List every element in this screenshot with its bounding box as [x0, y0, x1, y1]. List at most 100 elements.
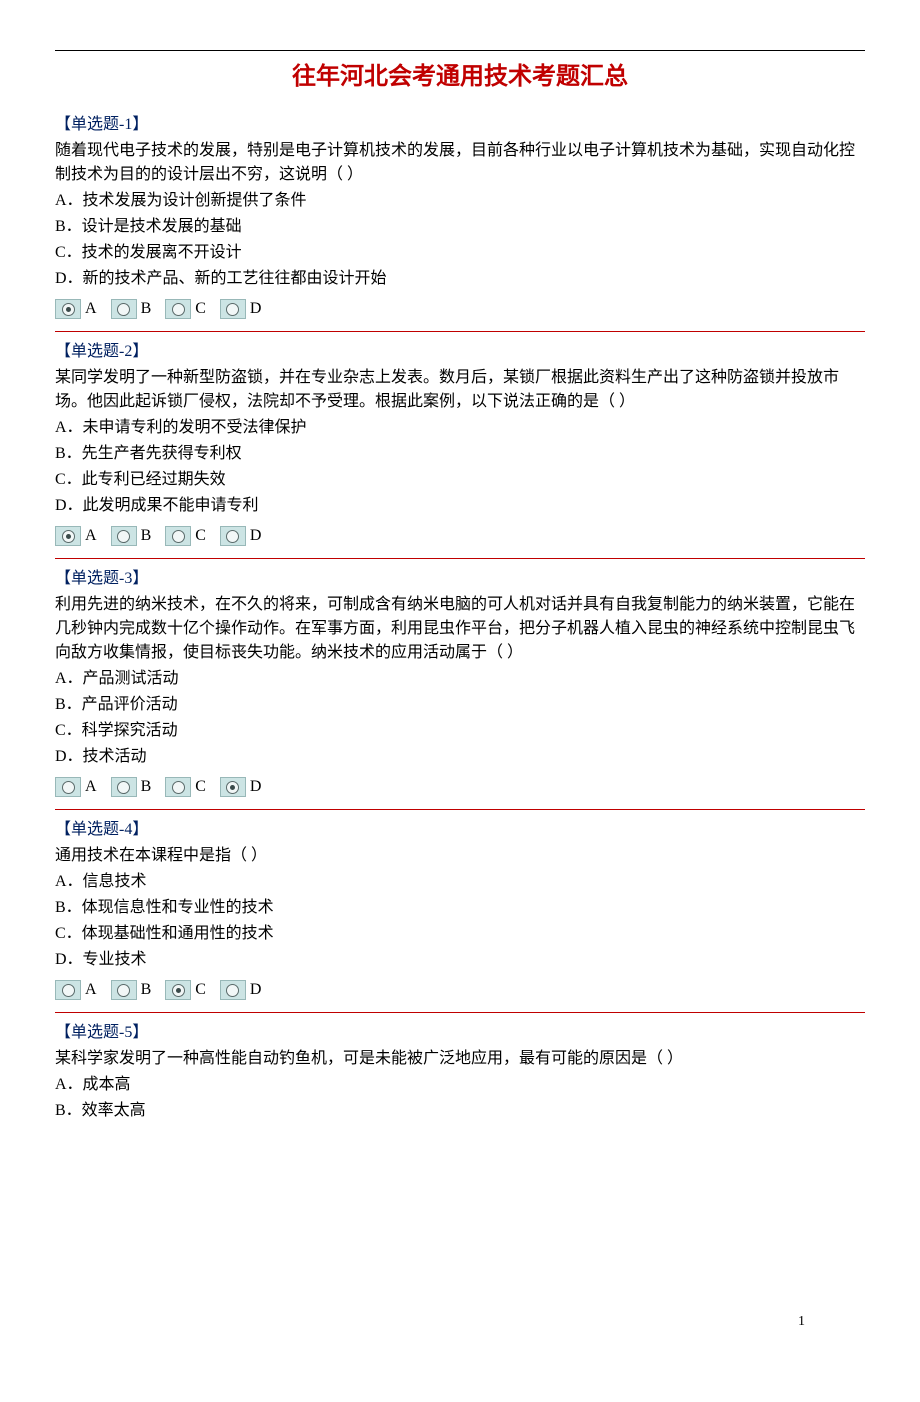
option-text: A．成本高	[55, 1073, 865, 1097]
radio-circle-icon	[172, 984, 185, 997]
radio-circle-icon	[226, 530, 239, 543]
radio-circle-icon	[117, 984, 130, 997]
option-text: D．专业技术	[55, 948, 865, 972]
question-header: 【单选题-1】	[55, 113, 865, 137]
radio-circle-icon	[62, 303, 75, 316]
option-text: C．技术的发展离不开设计	[55, 241, 865, 265]
radio-label: A	[85, 524, 97, 548]
question-header: 【单选题-5】	[55, 1021, 865, 1045]
question: 【单选题-2】某同学发明了一种新型防盗锁，并在专业杂志上发表。数月后，某锁厂根据…	[55, 340, 865, 548]
options-list: A．技术发展为设计创新提供了条件B．设计是技术发展的基础C．技术的发展离不开设计…	[55, 189, 865, 291]
radio-button-d[interactable]	[220, 299, 246, 319]
radio-label: B	[141, 297, 152, 321]
option-text: D．技术活动	[55, 745, 865, 769]
radio-circle-icon	[62, 781, 75, 794]
option-text: B．效率太高	[55, 1099, 865, 1123]
radio-button-b[interactable]	[111, 980, 137, 1000]
option-text: A．技术发展为设计创新提供了条件	[55, 189, 865, 213]
radio-button-b[interactable]	[111, 777, 137, 797]
options-list: A．未申请专利的发明不受法律保护B．先生产者先获得专利权C．此专利已经过期失效D…	[55, 416, 865, 518]
question-stem: 某同学发明了一种新型防盗锁，并在专业杂志上发表。数月后，某锁厂根据此资料生产出了…	[55, 366, 865, 414]
question-stem: 利用先进的纳米技术，在不久的将来，可制成含有纳米电脑的可人机对话并具有自我复制能…	[55, 593, 865, 665]
separator	[55, 331, 865, 332]
radio-button-a[interactable]	[55, 777, 81, 797]
radio-button-a[interactable]	[55, 980, 81, 1000]
radio-button-b[interactable]	[111, 526, 137, 546]
radio-label: C	[195, 775, 206, 799]
option-text: D．新的技术产品、新的工艺往往都由设计开始	[55, 267, 865, 291]
radio-row: A B C D	[55, 775, 865, 799]
radio-button-c[interactable]	[165, 777, 191, 797]
option-text: B．体现信息性和专业性的技术	[55, 896, 865, 920]
question-header: 【单选题-2】	[55, 340, 865, 364]
radio-button-a[interactable]	[55, 526, 81, 546]
radio-circle-icon	[172, 781, 185, 794]
question-body: 某科学家发明了一种高性能自动钓鱼机，可是未能被广泛地应用，最有可能的原因是（ ）	[55, 1047, 865, 1071]
question: 【单选题-4】通用技术在本课程中是指（ ）A．信息技术B．体现信息性和专业性的技…	[55, 818, 865, 1002]
radio-label: B	[141, 524, 152, 548]
radio-button-c[interactable]	[165, 980, 191, 1000]
page-title: 往年河北会考通用技术考题汇总	[55, 59, 865, 95]
radio-circle-icon	[62, 984, 75, 997]
option-text: A．产品测试活动	[55, 667, 865, 691]
option-text: C．科学探究活动	[55, 719, 865, 743]
radio-row: A B C D	[55, 524, 865, 548]
separator	[55, 558, 865, 559]
radio-button-d[interactable]	[220, 777, 246, 797]
question-stem: 某科学家发明了一种高性能自动钓鱼机，可是未能被广泛地应用，最有可能的原因是（ ）	[55, 1047, 865, 1071]
page-number: 1	[798, 1311, 805, 1332]
radio-label: B	[141, 978, 152, 1002]
options-list: A．成本高B．效率太高	[55, 1073, 865, 1123]
radio-label: C	[195, 524, 206, 548]
question-stem: 通用技术在本课程中是指（ ）	[55, 844, 865, 868]
radio-circle-icon	[172, 303, 185, 316]
questions-container: 【单选题-1】随着现代电子技术的发展，特别是电子计算机技术的发展，目前各种行业以…	[55, 113, 865, 1123]
question: 【单选题-3】利用先进的纳米技术，在不久的将来，可制成含有纳米电脑的可人机对话并…	[55, 567, 865, 799]
option-text: B．设计是技术发展的基础	[55, 215, 865, 239]
option-text: B．产品评价活动	[55, 693, 865, 717]
radio-label: D	[250, 524, 262, 548]
question-header: 【单选题-3】	[55, 567, 865, 591]
radio-label: A	[85, 297, 97, 321]
radio-circle-icon	[226, 781, 239, 794]
radio-row: A B C D	[55, 297, 865, 321]
radio-circle-icon	[62, 530, 75, 543]
radio-label: A	[85, 978, 97, 1002]
radio-circle-icon	[117, 530, 130, 543]
option-text: D．此发明成果不能申请专利	[55, 494, 865, 518]
radio-circle-icon	[117, 781, 130, 794]
radio-button-d[interactable]	[220, 526, 246, 546]
option-text: B．先生产者先获得专利权	[55, 442, 865, 466]
option-text: A．未申请专利的发明不受法律保护	[55, 416, 865, 440]
question-stem: 随着现代电子技术的发展，特别是电子计算机技术的发展，目前各种行业以电子计算机技术…	[55, 139, 865, 187]
radio-row: A B C D	[55, 978, 865, 1002]
option-text: C．体现基础性和通用性的技术	[55, 922, 865, 946]
option-text: A．信息技术	[55, 870, 865, 894]
radio-button-c[interactable]	[165, 299, 191, 319]
question: 【单选题-5】某科学家发明了一种高性能自动钓鱼机，可是未能被广泛地应用，最有可能…	[55, 1021, 865, 1123]
question: 【单选题-1】随着现代电子技术的发展，特别是电子计算机技术的发展，目前各种行业以…	[55, 113, 865, 321]
radio-button-b[interactable]	[111, 299, 137, 319]
radio-circle-icon	[226, 984, 239, 997]
radio-button-a[interactable]	[55, 299, 81, 319]
radio-circle-icon	[226, 303, 239, 316]
radio-label: A	[85, 775, 97, 799]
radio-label: D	[250, 297, 262, 321]
top-rule	[55, 50, 865, 51]
radio-circle-icon	[172, 530, 185, 543]
question-body: 某同学发明了一种新型防盗锁，并在专业杂志上发表。数月后，某锁厂根据此资料生产出了…	[55, 366, 865, 414]
question-header: 【单选题-4】	[55, 818, 865, 842]
radio-circle-icon	[117, 303, 130, 316]
radio-label: C	[195, 978, 206, 1002]
question-body: 通用技术在本课程中是指（ ）	[55, 844, 865, 868]
separator	[55, 1012, 865, 1013]
options-list: A．信息技术B．体现信息性和专业性的技术C．体现基础性和通用性的技术D．专业技术	[55, 870, 865, 972]
radio-button-d[interactable]	[220, 980, 246, 1000]
radio-label: C	[195, 297, 206, 321]
radio-label: B	[141, 775, 152, 799]
question-body: 利用先进的纳米技术，在不久的将来，可制成含有纳米电脑的可人机对话并具有自我复制能…	[55, 593, 865, 665]
option-text: C．此专利已经过期失效	[55, 468, 865, 492]
radio-label: D	[250, 775, 262, 799]
radio-label: D	[250, 978, 262, 1002]
radio-button-c[interactable]	[165, 526, 191, 546]
